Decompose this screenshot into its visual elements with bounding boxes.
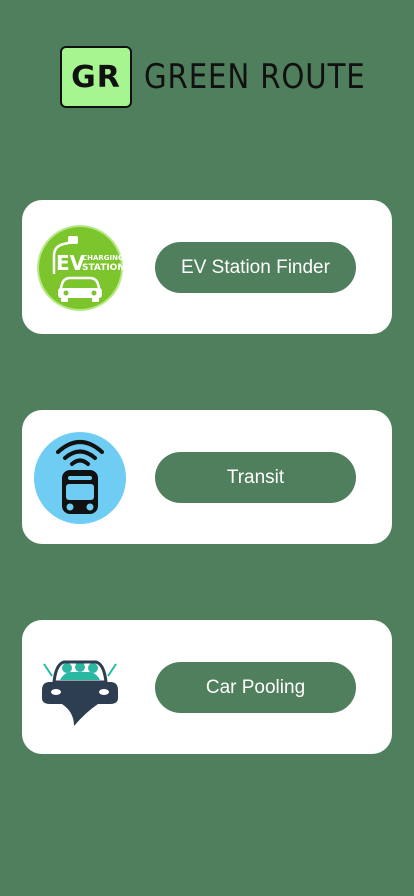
ev-icon-small-text-1: CHARGING xyxy=(82,254,124,262)
car-pooling-card: Car Pooling xyxy=(22,620,392,754)
ev-station-card: EV CHARGING STATION EV Station Finder xyxy=(22,200,392,334)
transit-train-wifi-icon xyxy=(34,432,126,524)
ev-charging-station-icon: EV CHARGING STATION xyxy=(34,222,126,314)
transit-button[interactable]: Transit xyxy=(155,452,356,503)
ev-icon-small-text-2: STATION xyxy=(82,263,125,273)
transit-card: Transit xyxy=(22,410,392,544)
car-pooling-icon xyxy=(34,642,126,734)
car-pooling-button[interactable]: Car Pooling xyxy=(155,662,356,713)
app-title: GREEN ROUTE xyxy=(144,57,366,97)
logo-badge: GR xyxy=(60,46,132,108)
ev-station-finder-button[interactable]: EV Station Finder xyxy=(155,242,356,293)
app-logo: GR GREEN ROUTE xyxy=(60,46,402,108)
